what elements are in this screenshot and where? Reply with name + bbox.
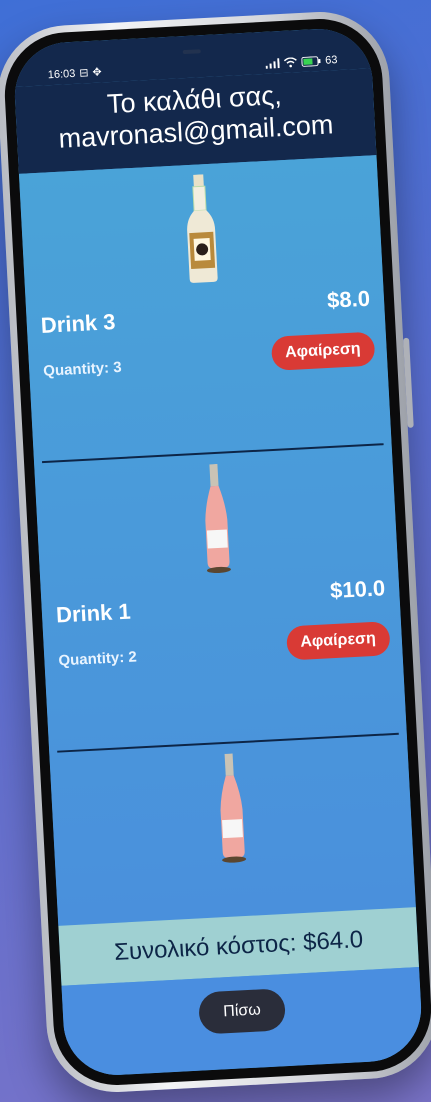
sync-icon: ✥	[92, 66, 103, 79]
status-left: 16:03 ⊟ ✥	[47, 65, 102, 81]
status-time: 16:03	[47, 67, 76, 81]
cart-item: Drink 1 $10.0 Quantity: 2 Αφαίρεση	[42, 444, 399, 753]
cart-item: Drink 3 $8.0 Quantity: 3 Αφαίρεση	[26, 155, 384, 463]
remove-item-button[interactable]: Αφαίρεση	[270, 331, 376, 371]
cart-item	[57, 735, 405, 883]
sim-icon: ⊟	[78, 67, 89, 80]
phone-side-button	[403, 337, 414, 428]
item-price: $8.0	[326, 285, 371, 313]
cart-list[interactable]: Drink 3 $8.0 Quantity: 3 Αφαίρεση Drink …	[18, 154, 416, 926]
signal-icon	[265, 58, 280, 69]
item-name: Drink 1	[55, 598, 132, 628]
battery-level: 63	[324, 54, 338, 67]
item-quantity: Quantity: 2	[58, 648, 138, 670]
back-button[interactable]: Πίσω	[198, 988, 286, 1035]
champagne-bottle-icon	[193, 463, 239, 575]
vodka-bottle-icon	[178, 173, 224, 285]
phone-frame: 16:03 ⊟ ✥ 63 Το καλάθι σας, mavronasl@gm…	[0, 8, 431, 1096]
app-screen: 16:03 ⊟ ✥ 63 Το καλάθι σας, mavronasl@gm…	[12, 26, 424, 1078]
footer: Πίσω	[61, 967, 424, 1078]
item-price: $10.0	[329, 575, 386, 603]
remove-item-button[interactable]: Αφαίρεση	[285, 620, 391, 661]
champagne-bottle-icon	[209, 752, 255, 864]
status-right: 63	[265, 54, 338, 70]
battery-icon	[301, 56, 321, 67]
phone-bezel: 16:03 ⊟ ✥ 63 Το καλάθι σας, mavronasl@gm…	[1, 15, 431, 1089]
wifi-icon	[283, 57, 297, 68]
item-quantity: Quantity: 3	[42, 358, 122, 380]
item-name: Drink 3	[40, 308, 117, 338]
